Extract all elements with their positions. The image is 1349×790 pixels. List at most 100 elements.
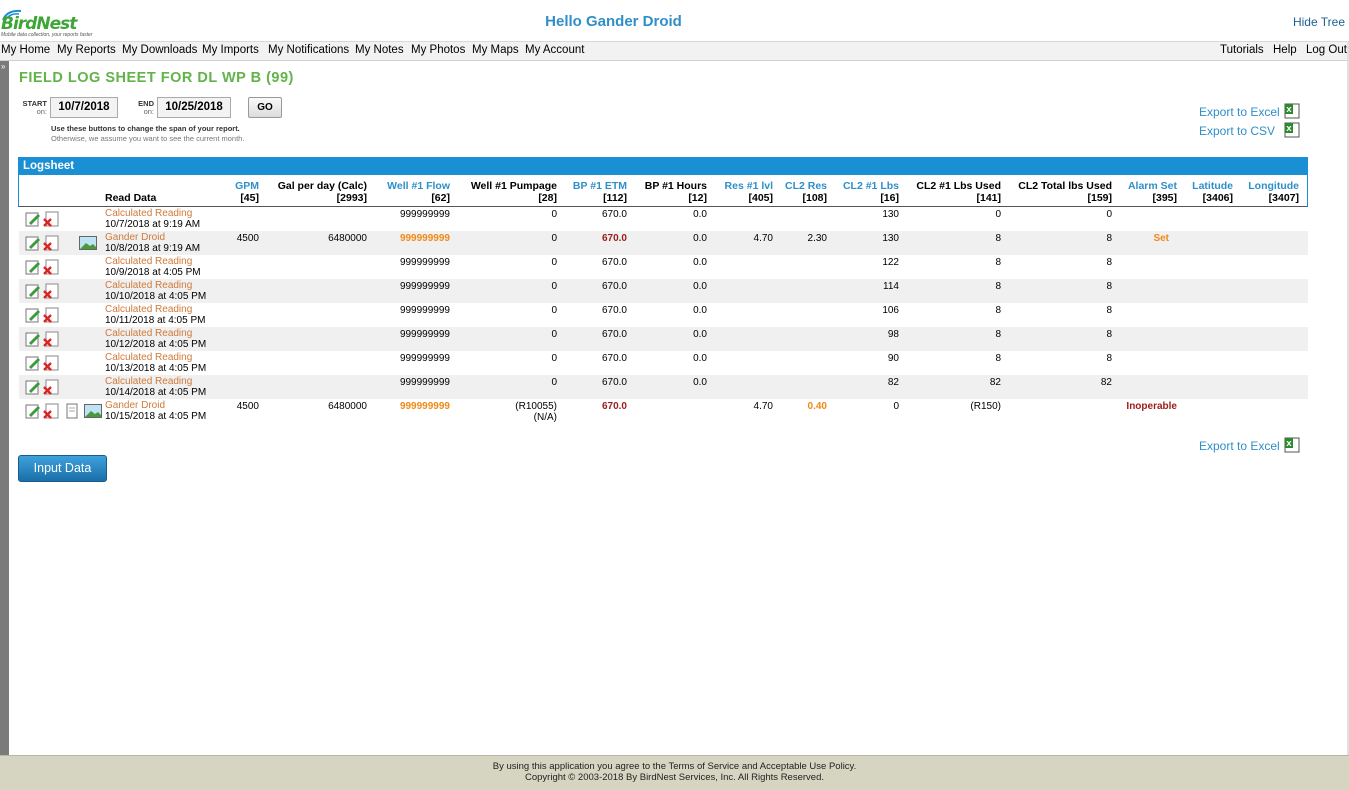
photo-icon[interactable]: [79, 235, 97, 251]
note-icon[interactable]: [64, 403, 80, 419]
reading-source[interactable]: Calculated Reading: [105, 328, 192, 339]
cell-well-flow: 999999999: [399, 281, 450, 292]
reading-timestamp: 10/11/2018 at 4:05 PM: [105, 315, 206, 326]
menu-my-notes[interactable]: My Notes: [355, 44, 404, 56]
photo-icon[interactable]: [84, 403, 102, 419]
col-header-label: Res #1 lvl: [724, 180, 773, 192]
menu-my-notifications[interactable]: My Notifications: [268, 44, 349, 56]
col-header-label: GPM: [235, 180, 259, 192]
menu-log-out[interactable]: Log Out: [1306, 44, 1347, 56]
menu-my-maps[interactable]: My Maps: [472, 44, 519, 56]
csv-excel-icon[interactable]: X: [1284, 122, 1300, 138]
menu-my-reports[interactable]: My Reports: [57, 44, 116, 56]
reading-source[interactable]: Calculated Reading: [105, 376, 192, 387]
edit-icon[interactable]: [25, 235, 41, 251]
reading-source[interactable]: Calculated Reading: [105, 208, 192, 219]
menu-help[interactable]: Help: [1273, 44, 1297, 56]
col-header-id: [108]: [802, 192, 827, 204]
terms-line[interactable]: By using this application you agree to t…: [0, 761, 1349, 772]
start-date-input[interactable]: 10/7/2018: [50, 97, 118, 118]
edit-icon[interactable]: [25, 379, 41, 395]
reading-source[interactable]: Gander Droid: [105, 400, 165, 411]
edit-icon[interactable]: [25, 211, 41, 227]
edit-icon[interactable]: [25, 403, 41, 419]
cell-cl2-total-lbs: 0: [1106, 209, 1112, 220]
col-header-longitude[interactable]: Longitude [3407]: [1248, 180, 1299, 204]
cell-bp-hours: 0.0: [693, 353, 707, 364]
col-header-latitude[interactable]: Latitude [3406]: [1192, 180, 1233, 204]
delete-icon[interactable]: [43, 211, 59, 227]
menu-my-photos[interactable]: My Photos: [411, 44, 465, 56]
delete-icon[interactable]: [43, 235, 59, 251]
hide-tree-link[interactable]: Hide Tree: [1293, 15, 1345, 29]
reading-source[interactable]: Gander Droid: [105, 232, 165, 243]
menu-my-downloads[interactable]: My Downloads: [122, 44, 197, 56]
go-button[interactable]: GO: [248, 97, 282, 118]
reading-source[interactable]: Calculated Reading: [105, 304, 192, 315]
logsheet-title: Logsheet: [18, 157, 1308, 175]
cell-bp-hours: 0.0: [693, 233, 707, 244]
cell-well-flow: 999999999: [399, 329, 450, 340]
cell-cl2-lbs: 114: [883, 281, 899, 292]
col-header-cl2-lbs[interactable]: CL2 #1 Lbs [16]: [843, 180, 899, 204]
col-header-label: BP #1 Hours: [644, 180, 707, 192]
col-header-id: [45]: [240, 192, 259, 204]
edit-icon[interactable]: [25, 307, 41, 323]
col-header-id: [3406]: [1202, 192, 1233, 204]
col-header-id: [159]: [1087, 192, 1112, 204]
reading-timestamp: 10/9/2018 at 4:05 PM: [105, 267, 201, 278]
delete-icon[interactable]: [43, 307, 59, 323]
edit-icon[interactable]: [25, 355, 41, 371]
cell-well-pumpage: 0: [551, 305, 557, 316]
cell-cl2-total-lbs: 82: [1100, 377, 1112, 388]
end-date-input[interactable]: 10/25/2018: [157, 97, 231, 118]
end-sub-label: on:: [143, 107, 154, 116]
input-data-button[interactable]: Input Data: [18, 455, 107, 482]
delete-icon[interactable]: [43, 283, 59, 299]
edit-icon[interactable]: [25, 331, 41, 347]
menu-my-account[interactable]: My Account: [525, 44, 584, 56]
tree-toggle-bar[interactable]: »: [0, 61, 9, 755]
col-header-id: [16]: [880, 192, 899, 204]
export-csv-link[interactable]: Export to CSV: [1199, 124, 1275, 138]
edit-icon[interactable]: [25, 283, 41, 299]
table-row: Calculated Reading 10/9/2018 at 4:05 PM 99…: [19, 255, 1308, 279]
reading-source[interactable]: Calculated Reading: [105, 352, 192, 363]
cell-bp-etm: 670.0: [601, 329, 627, 340]
cell-bp-etm: 670.0: [601, 233, 627, 244]
table-row: Calculated Reading 10/11/2018 at 4:05 PM 9…: [19, 303, 1308, 327]
export-excel-bottom-link[interactable]: Export to Excel: [1199, 439, 1280, 453]
col-header-well-flow[interactable]: Well #1 Flow [62]: [387, 180, 450, 204]
col-header-id: [2993]: [336, 192, 367, 204]
cell-well-pumpage: 0: [551, 329, 557, 340]
col-header-bp-etm[interactable]: BP #1 ETM [112]: [573, 180, 627, 204]
edit-icon[interactable]: [25, 259, 41, 275]
col-header-res-lvl[interactable]: Res #1 lvl [405]: [725, 180, 773, 204]
table-row: Calculated Reading 10/10/2018 at 4:05 PM 9…: [19, 279, 1308, 303]
delete-icon[interactable]: [43, 403, 59, 419]
cell-alarm-set: Set: [1153, 233, 1169, 244]
cell-gal-per-day: 6480000: [328, 233, 367, 244]
menu-my-home[interactable]: My Home: [1, 44, 50, 56]
cell-bp-etm: 670.0: [601, 353, 627, 364]
col-header-gpm[interactable]: GPM [45]: [235, 180, 259, 204]
delete-icon[interactable]: [43, 331, 59, 347]
reading-source[interactable]: Calculated Reading: [105, 280, 192, 291]
excel-bottom-icon[interactable]: X: [1284, 437, 1300, 453]
col-header-well-pumpage: Well #1 Pumpage [28]: [471, 180, 557, 204]
menu-tutorials[interactable]: Tutorials: [1220, 44, 1264, 56]
col-header-alarm-set[interactable]: Alarm Set [395]: [1128, 180, 1177, 204]
help-line-1: Use these buttons to change the span of …: [51, 124, 240, 133]
col-header-cl2-res[interactable]: CL2 Res [108]: [785, 180, 827, 204]
delete-icon[interactable]: [43, 355, 59, 371]
col-header-label: CL2 #1 Lbs: [842, 180, 899, 192]
export-excel-link[interactable]: Export to Excel: [1199, 105, 1280, 119]
footer: By using this application you agree to t…: [0, 755, 1349, 790]
reading-source[interactable]: Calculated Reading: [105, 256, 192, 267]
delete-icon[interactable]: [43, 379, 59, 395]
menu-my-imports[interactable]: My Imports: [202, 44, 259, 56]
help-line-2: Otherwise, we assume you want to see the…: [51, 134, 245, 143]
delete-icon[interactable]: [43, 259, 59, 275]
excel-icon[interactable]: X: [1284, 103, 1300, 119]
cell-cl2-lbs: 130: [882, 209, 899, 220]
